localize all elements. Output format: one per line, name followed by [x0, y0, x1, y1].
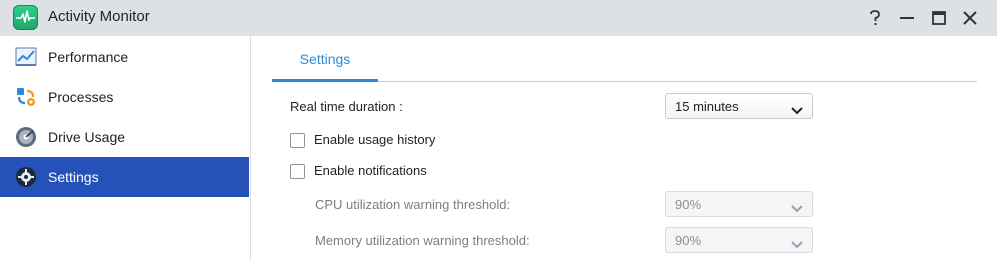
chevron-down-icon: [791, 200, 803, 218]
help-icon[interactable]: [866, 9, 884, 27]
enable-notifications-checkbox[interactable]: [290, 164, 305, 179]
tab-label: Settings: [299, 51, 351, 67]
sidebar-item-label: Processes: [48, 89, 114, 105]
enable-usage-history-checkbox[interactable]: [290, 133, 305, 148]
active-tab-indicator: [272, 79, 378, 82]
sidebar-item-settings[interactable]: Settings: [0, 157, 249, 197]
settings-panel: Settings Real time duration : 15 minutes…: [251, 36, 997, 260]
chevron-down-icon: [791, 236, 803, 254]
memory-threshold-value: 90%: [675, 233, 702, 248]
window-title: Activity Monitor: [48, 8, 150, 25]
sidebar-item-processes[interactable]: Processes: [0, 77, 249, 117]
processes-icon: [14, 85, 38, 109]
sidebar-item-drive-usage[interactable]: Drive Usage: [0, 117, 249, 157]
real-time-duration-label: Real time duration :: [290, 99, 403, 114]
real-time-duration-select[interactable]: 15 minutes: [665, 93, 813, 119]
cpu-threshold-select[interactable]: 90%: [665, 191, 813, 217]
cpu-threshold-value: 90%: [675, 197, 702, 212]
memory-threshold-select[interactable]: 90%: [665, 227, 813, 253]
sidebar-item-performance[interactable]: Performance: [0, 37, 249, 77]
sidebar: Performance Processes Drive Usage Settin…: [0, 36, 251, 260]
cpu-threshold-label: CPU utilization warning threshold:: [315, 197, 511, 212]
chevron-down-icon: [791, 102, 803, 120]
gear-icon: [14, 165, 38, 189]
enable-usage-history-label: Enable usage history: [314, 132, 436, 147]
sidebar-item-label: Drive Usage: [48, 129, 126, 145]
activity-monitor-app-icon: [13, 5, 38, 30]
minimize-icon[interactable]: [898, 9, 916, 27]
title-bar: Activity Monitor: [0, 0, 997, 36]
close-icon[interactable]: [961, 9, 979, 27]
drive-usage-icon: [14, 125, 38, 149]
tab-bar: Settings: [272, 36, 977, 82]
sidebar-item-label: Settings: [48, 169, 99, 185]
enable-notifications-label: Enable notifications: [314, 163, 427, 178]
performance-chart-icon: [14, 45, 38, 69]
sidebar-item-label: Performance: [48, 49, 129, 65]
memory-threshold-label: Memory utilization warning threshold:: [315, 233, 530, 248]
tab-settings[interactable]: Settings: [272, 36, 378, 82]
real-time-duration-value: 15 minutes: [675, 99, 739, 114]
maximize-icon[interactable]: [930, 9, 948, 27]
